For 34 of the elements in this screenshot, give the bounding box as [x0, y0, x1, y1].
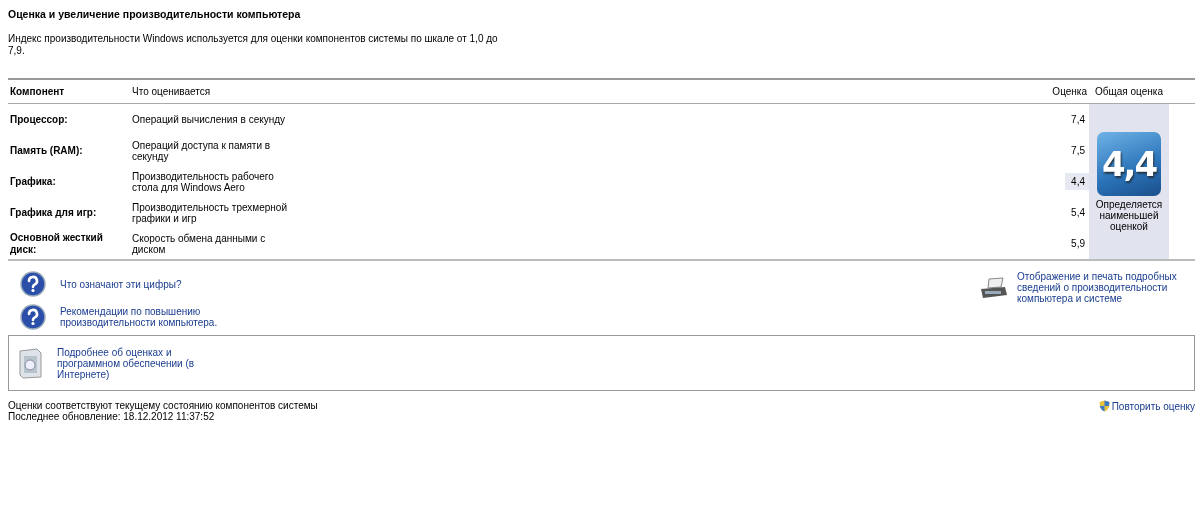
score-value: 4,4: [1065, 173, 1089, 190]
last-update-text: Последнее обновление: 18.12.2012 11:37:52: [8, 411, 216, 422]
score-value: 5,4: [1070, 206, 1086, 220]
column-header: Оценка: [1037, 80, 1089, 104]
score-value: 7,4: [1070, 113, 1086, 127]
score-value: 7,5: [1070, 144, 1086, 158]
component-name: Память (RAM):: [9, 143, 84, 158]
print-details-link[interactable]: Отображение и печать подробных сведений о производительности компьютера и системе: [1017, 271, 1187, 304]
shield-icon: [1098, 400, 1110, 412]
page-title: Оценка и увеличение производительности компьютера: [8, 8, 302, 20]
column-header: Что оценивается: [130, 80, 1037, 104]
help-link[interactable]: Рекомендации по повышению производительности компьютера.: [60, 306, 280, 328]
score-value: 5,9: [1070, 237, 1086, 251]
status-text: Оценки соответствуют текущему состоянию компонентов системы: [8, 400, 318, 411]
component-description: Скорость обмена данными с диском: [131, 231, 267, 257]
column-header: Компонент: [8, 80, 130, 104]
intro-text: Индекс производительности Windows используется для оценки компонентов системы по шкале от 1,0 до 7,9.: [8, 33, 499, 57]
overall-caption: Определяется наименьшей оценкой: [1094, 198, 1164, 232]
component-description: Производительность трехмерной графики и игр: [131, 200, 288, 226]
component-description: Операций доступа к памяти в секунду: [131, 138, 272, 164]
component-description: Операций вычисления в секунду: [131, 113, 287, 127]
component-name: Графика:: [9, 174, 57, 189]
help-icon: [20, 304, 46, 330]
overall-score-badge: 4,4: [1097, 131, 1161, 196]
component-name: Графика для игр:: [9, 205, 98, 220]
component-description: Производительность рабочего стола для Windows Aero: [131, 169, 275, 195]
software-box-icon: [17, 347, 43, 379]
online-info-link[interactable]: Подробнее об оценках и программном обеспечении (в Интернете): [57, 346, 217, 380]
help-icon: [20, 271, 46, 297]
rerun-assessment-link[interactable]: Повторить оценку: [1098, 400, 1195, 412]
help-link[interactable]: Что означают эти цифры?: [60, 278, 280, 290]
component-name: Процессор:: [9, 112, 69, 127]
component-name: Основной жесткий диск:: [9, 230, 104, 257]
printer-icon: [979, 277, 1009, 301]
